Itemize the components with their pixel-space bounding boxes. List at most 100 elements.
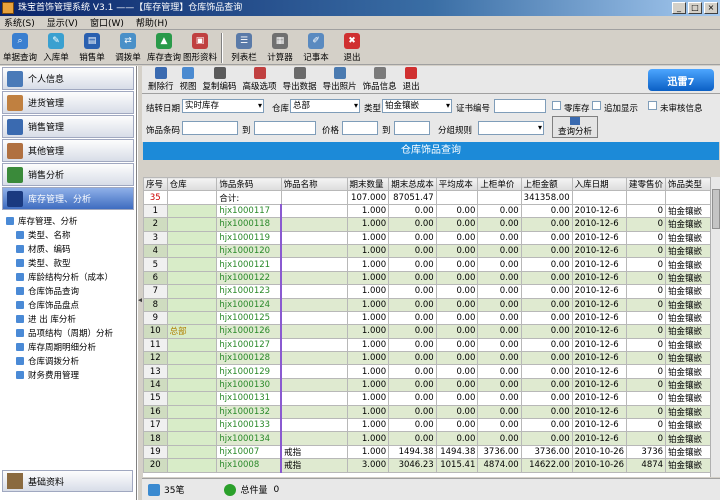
table-cell[interactable] — [166, 337, 218, 353]
table-cell[interactable]: 18 — [143, 431, 168, 446]
table-cell[interactable]: 2010-12-6 — [571, 404, 628, 420]
table-cell[interactable]: 2010-12-6 — [571, 243, 628, 259]
table-cell[interactable]: 0.00 — [477, 391, 522, 406]
table-row[interactable]: 19 hjx10007 戒指 1.000 1494.38 1494.38 3736.00 37… — [143, 444, 719, 460]
table-cell[interactable]: 0 — [626, 364, 667, 379]
toolbar-transfer-button[interactable]: ⇄ 调拨单 — [110, 31, 146, 65]
table-cell[interactable]: 4 — [143, 243, 168, 259]
column-header[interactable]: 仓库 — [166, 177, 218, 192]
table-cell[interactable] — [280, 431, 348, 446]
table-cell[interactable]: 0 — [626, 230, 667, 245]
toolbar-calculator-button[interactable]: ▦ 计算器 — [262, 31, 298, 65]
tree-item[interactable]: 进 出 库分析 — [16, 312, 136, 326]
table-cell[interactable] — [280, 203, 348, 219]
table-cell[interactable]: 0.00 — [435, 431, 479, 446]
column-header[interactable]: 上柜金额 — [520, 177, 573, 192]
zero-stock-checkbox[interactable] — [552, 101, 561, 110]
table-cell[interactable]: hjx1000124 — [216, 297, 282, 312]
table-cell[interactable]: 0.00 — [477, 257, 522, 272]
export-photo-button[interactable]: 导出照片 — [323, 67, 357, 92]
table-row[interactable]: 16 hjx1000132 1.000 0.00 0.00 0.00 0.00 2010-12… — [143, 404, 719, 420]
table-cell[interactable]: hjx1000121 — [216, 257, 282, 272]
table-cell[interactable]: 10 — [143, 324, 168, 339]
table-cell[interactable] — [280, 284, 348, 299]
table-row[interactable]: 4 hjx1000120 1.000 0.00 0.00 0.00 0.00 2010-12-… — [143, 243, 719, 259]
table-cell[interactable]: 9 — [143, 310, 168, 326]
table-cell[interactable]: 0.00 — [520, 217, 573, 232]
table-cell[interactable]: 0.00 — [388, 431, 437, 446]
type-select[interactable]: 铂金镶嵌 — [382, 99, 452, 113]
table-cell[interactable] — [166, 404, 218, 420]
table-cell[interactable]: 0.00 — [435, 404, 479, 420]
table-cell[interactable]: 0.00 — [520, 297, 573, 312]
table-cell[interactable]: 0.00 — [477, 377, 522, 393]
table-cell[interactable]: 1.000 — [346, 418, 390, 433]
table-cell[interactable]: 87051.47 — [388, 190, 437, 205]
table-cell[interactable]: 107.000 — [346, 190, 390, 205]
table-cell[interactable]: 0 — [626, 310, 667, 326]
table-cell[interactable]: 2010-12-6 — [571, 391, 628, 406]
table-cell[interactable]: 0.00 — [435, 257, 479, 272]
toolbar-sales-button[interactable]: ▤ 销售单 — [74, 31, 110, 65]
table-cell[interactable]: 0.00 — [520, 418, 573, 433]
table-cell[interactable]: 2010-12-6 — [571, 337, 628, 353]
table-cell[interactable]: 0.00 — [388, 230, 437, 245]
table-cell[interactable]: 1.000 — [346, 444, 390, 460]
table-cell[interactable]: 2010-12-6 — [571, 230, 628, 245]
table-row[interactable]: 2 hjx1000118 1.000 0.00 0.00 0.00 0.00 2010-12-… — [143, 217, 719, 232]
item-info-button[interactable]: 饰品信息 — [363, 67, 397, 92]
tree-item[interactable]: 库存周期明细分析 — [16, 340, 136, 354]
toolbar-list-bar-button[interactable]: ☰ 列表栏 — [226, 31, 262, 65]
table-cell[interactable]: 0 — [626, 243, 667, 259]
table-cell[interactable]: 1.000 — [346, 431, 390, 446]
toolbar-graphics-button[interactable]: ▣ 图形资料 — [182, 31, 218, 65]
table-cell[interactable]: 1.000 — [346, 351, 390, 366]
table-cell[interactable]: 2010-12-6 — [571, 324, 628, 339]
table-row[interactable]: 18 hjx1000134 1.000 0.00 0.00 0.00 0.00 2010-12… — [143, 431, 719, 446]
table-cell[interactable]: 0.00 — [520, 351, 573, 366]
table-row[interactable]: 20 hjx10008 戒指 3.000 3046.23 1015.41 4874.00 14… — [143, 458, 719, 473]
toolbar-stock-in-button[interactable]: ✎ 入库单 — [38, 31, 74, 65]
table-cell[interactable]: 2010-12-6 — [571, 431, 628, 446]
table-cell[interactable]: 1.000 — [346, 284, 390, 299]
table-cell[interactable]: 0.00 — [388, 203, 437, 219]
table-cell[interactable]: hjx1000120 — [216, 243, 282, 259]
column-header[interactable]: 入库日期 — [571, 177, 628, 192]
table-cell[interactable]: 0.00 — [520, 377, 573, 393]
table-cell[interactable] — [166, 310, 218, 326]
code-from-input[interactable] — [182, 121, 238, 135]
tree-item[interactable]: 仓库饰品查询 — [16, 284, 136, 298]
unaudited-checkbox[interactable] — [648, 101, 657, 110]
table-cell[interactable]: 14622.00 — [520, 458, 573, 473]
table-cell[interactable]: 0.00 — [435, 324, 479, 339]
table-row[interactable]: 11 hjx1000127 1.000 0.00 0.00 0.00 0.00 2010-12… — [143, 337, 719, 353]
tree-item[interactable]: 仓库饰品盘点 — [16, 298, 136, 312]
table-cell[interactable]: hjx1000131 — [216, 391, 282, 406]
table-cell[interactable]: hjx1000127 — [216, 337, 282, 353]
table-cell[interactable]: 0 — [626, 377, 667, 393]
summary-row[interactable]: 35 合计: 107.000 87051.47 341358.00 — [143, 190, 719, 205]
table-cell[interactable]: 0.00 — [477, 284, 522, 299]
table-cell[interactable]: 0.00 — [520, 203, 573, 219]
export-data-button[interactable]: 导出数据 — [283, 67, 317, 92]
table-cell[interactable] — [166, 444, 218, 460]
table-cell[interactable]: hjx1000122 — [216, 270, 282, 286]
table-row[interactable]: 17 hjx1000133 1.000 0.00 0.00 0.00 0.00 2010-12… — [143, 418, 719, 433]
group-rule-select[interactable] — [478, 121, 544, 135]
table-cell[interactable]: 合计: — [216, 190, 282, 205]
table-cell[interactable]: 2010-12-6 — [571, 284, 628, 299]
sidebar-sales-analysis[interactable]: 销售分析 — [2, 163, 134, 186]
table-cell[interactable]: 0.00 — [388, 377, 437, 393]
table-cell[interactable] — [166, 391, 218, 406]
table-cell[interactable]: 0 — [626, 217, 667, 232]
delete-row-button[interactable]: 删除行 — [148, 67, 174, 92]
toolbar-doc-query-button[interactable]: ⌕ 单据查询 — [2, 31, 38, 65]
table-cell[interactable]: 0.00 — [388, 337, 437, 353]
table-cell[interactable]: 0.00 — [520, 310, 573, 326]
table-cell[interactable]: 2010-12-6 — [571, 351, 628, 366]
table-row[interactable]: 9 hjx1000125 1.000 0.00 0.00 0.00 0.00 2010-12-… — [143, 310, 719, 326]
table-row[interactable]: 3 hjx1000119 1.000 0.00 0.00 0.00 0.00 2010-12-… — [143, 230, 719, 245]
table-cell[interactable]: 2010-12-6 — [571, 364, 628, 379]
menu-window[interactable]: 窗口(W) — [90, 16, 124, 29]
column-header[interactable]: 期末总成本 — [388, 177, 437, 192]
